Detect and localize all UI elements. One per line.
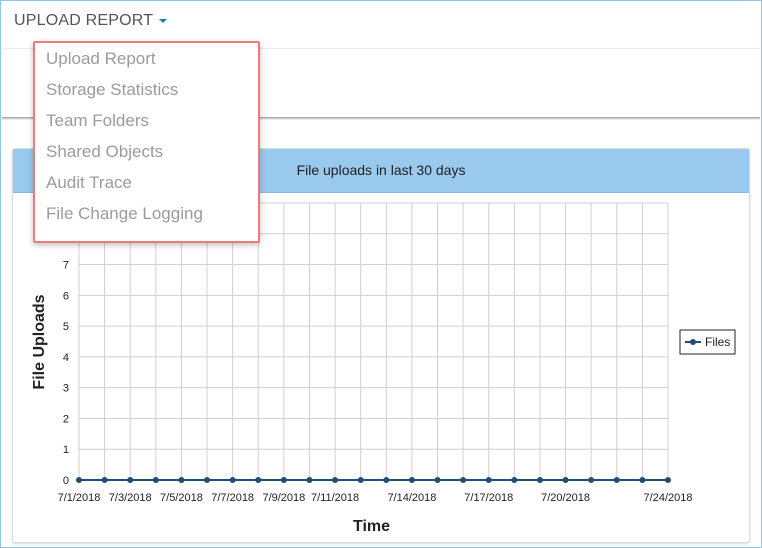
y-axis-title: File Uploads — [31, 294, 48, 389]
x-tick-label: 7/7/2018 — [211, 492, 254, 504]
y-tick-label: 4 — [63, 352, 69, 364]
y-tick-label: 2 — [63, 413, 69, 425]
x-tick-label: 7/11/2018 — [311, 492, 359, 504]
data-point — [76, 477, 82, 483]
menu-item-upload-report[interactable]: Upload Report — [46, 49, 156, 69]
report-selector[interactable]: UPLOAD REPORT — [14, 12, 153, 30]
report-dropdown-menu: Upload Report Storage Statistics Team Fo… — [33, 41, 260, 243]
data-point — [460, 477, 467, 483]
menu-item-storage-statistics[interactable]: Storage Statistics — [46, 80, 178, 100]
menu-item-shared-objects[interactable]: Shared Objects — [46, 142, 163, 162]
data-point — [485, 477, 492, 483]
y-tick-label: 7 — [63, 260, 69, 272]
x-tick-label: 7/14/2018 — [387, 492, 436, 504]
y-tick-label: 0 — [63, 475, 69, 487]
x-tick-label: 7/1/2018 — [58, 492, 101, 504]
data-point — [408, 477, 415, 483]
data-point — [255, 477, 262, 483]
y-tick-label: 3 — [63, 383, 69, 395]
app-frame: UPLOAD REPORT File uploads in last 30 da… — [0, 0, 762, 548]
data-point — [178, 477, 185, 483]
data-point — [204, 477, 211, 483]
x-tick-label: 7/5/2018 — [160, 492, 203, 504]
data-point — [536, 477, 543, 483]
menu-item-file-change-logging[interactable]: File Change Logging — [46, 204, 203, 224]
data-point — [383, 477, 390, 483]
x-tick-label: 7/9/2018 — [262, 492, 305, 504]
legend-marker-icon — [690, 339, 696, 345]
data-point — [639, 477, 646, 483]
x-tick-label: 7/24/2018 — [644, 492, 693, 504]
legend-label: Files — [705, 335, 730, 349]
x-tick-label: 7/17/2018 — [464, 492, 513, 504]
data-point — [332, 477, 339, 483]
y-tick-label: 5 — [63, 321, 69, 333]
data-point — [588, 477, 595, 483]
data-point — [562, 477, 569, 483]
y-tick-label: 6 — [63, 290, 69, 302]
x-axis-title: Time — [353, 518, 390, 535]
caret-down-icon[interactable] — [159, 19, 167, 23]
menu-item-audit-trace[interactable]: Audit Trace — [46, 173, 132, 193]
data-point — [101, 477, 108, 483]
data-point — [152, 477, 159, 483]
data-point — [280, 477, 287, 483]
data-point — [127, 477, 134, 483]
x-tick-label: 7/3/2018 — [109, 492, 152, 504]
data-point — [613, 477, 620, 483]
data-point — [357, 477, 364, 483]
menu-item-team-folders[interactable]: Team Folders — [46, 111, 149, 131]
data-point — [665, 477, 671, 483]
data-point — [306, 477, 313, 483]
y-tick-label: 1 — [63, 444, 69, 456]
data-point — [511, 477, 518, 483]
data-point — [229, 477, 236, 483]
data-point — [434, 477, 441, 483]
x-tick-label: 7/20/2018 — [541, 492, 590, 504]
